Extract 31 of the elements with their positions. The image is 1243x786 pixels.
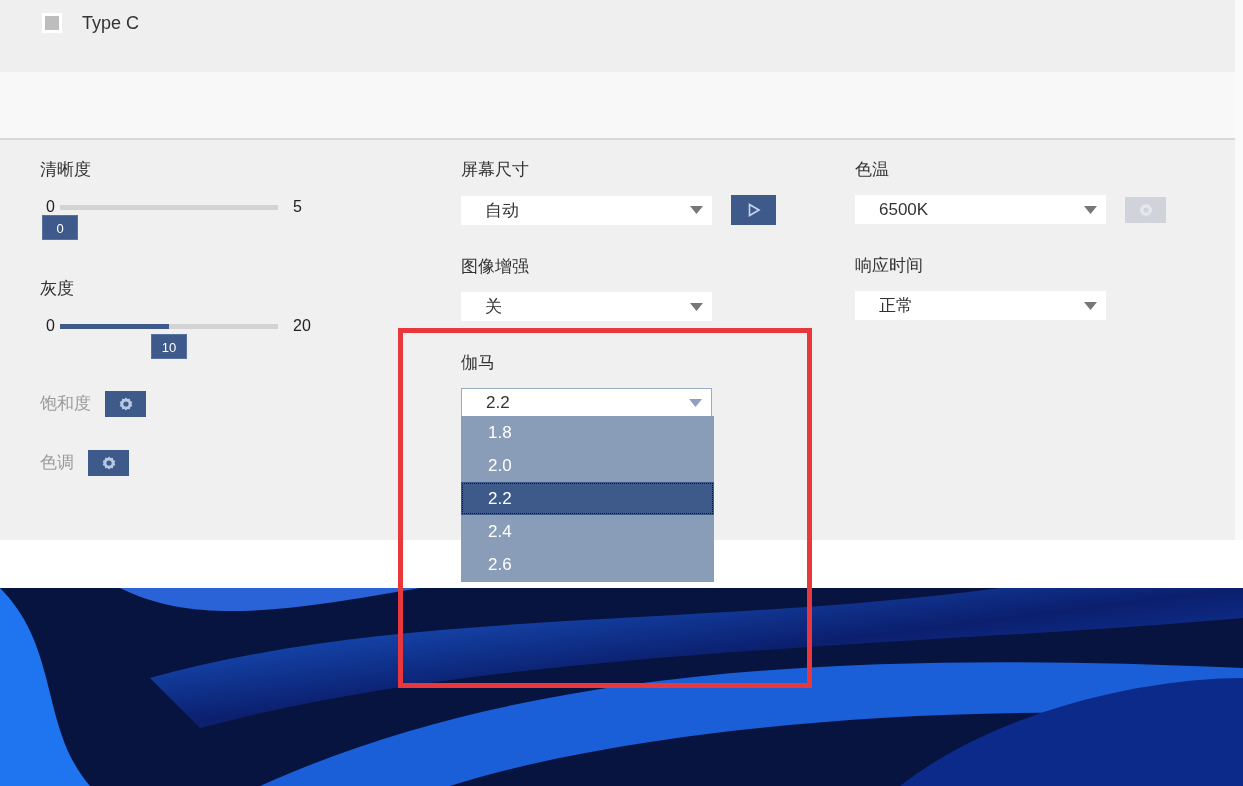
dropdown-label: 伽马 [461, 352, 496, 374]
slider-label: 灰度 [40, 278, 75, 300]
setting-label: 饱和度 [40, 393, 91, 415]
dropdown[interactable]: 正常 [855, 291, 1106, 320]
caret-icon [1084, 205, 1097, 214]
dropdown[interactable]: 6500K [855, 195, 1106, 224]
caret-icon [690, 302, 703, 311]
slider-thumb[interactable]: 0 [42, 214, 78, 240]
checkbox-label: Type C [82, 12, 140, 34]
play-icon [746, 203, 761, 217]
gear-icon [101, 456, 116, 470]
slider-max-label: 20 [293, 317, 311, 335]
dropdown-label: 屏幕尺寸 [461, 159, 530, 181]
caret-icon [689, 398, 702, 407]
dropdown-option[interactable]: 2.2 [461, 482, 714, 515]
slider-min-label: 0 [46, 317, 56, 335]
caret-icon [1084, 301, 1097, 310]
slider-max-label: 5 [293, 198, 302, 216]
gear-icon [118, 397, 133, 411]
settings-button[interactable] [105, 391, 146, 417]
settings-button[interactable] [88, 450, 129, 476]
dropdown-label: 色温 [855, 159, 890, 181]
slider-label: 清晰度 [40, 159, 92, 181]
slider-thumb[interactable]: 10 [151, 333, 187, 359]
play-button[interactable] [731, 195, 776, 225]
dropdown[interactable]: 自动 [461, 195, 712, 225]
dropdown-label: 图像增强 [461, 256, 530, 278]
dropdown[interactable]: 关 [461, 292, 712, 321]
setting-label: 色调 [40, 452, 74, 474]
caret-icon [690, 206, 703, 214]
dropdown-label: 响应时间 [855, 255, 924, 277]
